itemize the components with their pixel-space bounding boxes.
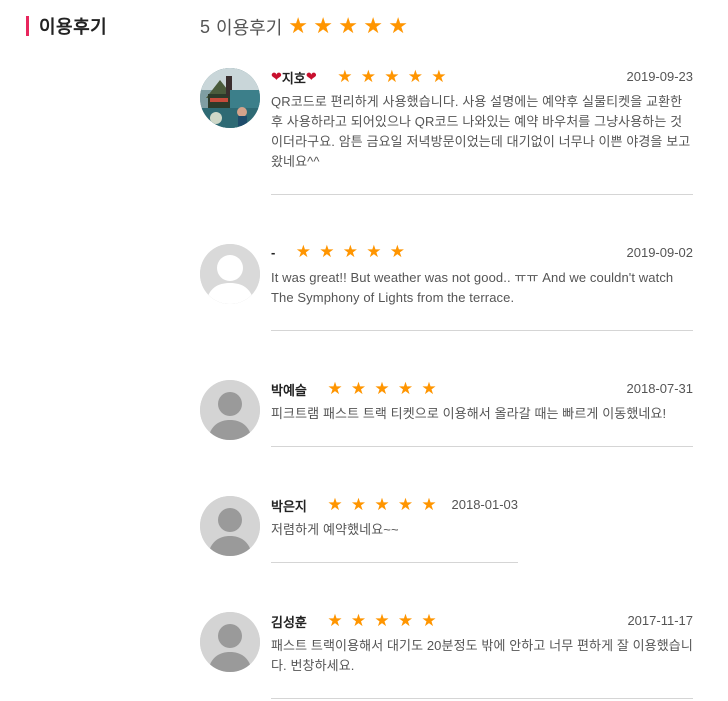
star-icon: ★ (366, 242, 382, 263)
star-icon: ★ (397, 611, 414, 631)
star-icon: ★ (338, 14, 358, 39)
star-icon: ★ (421, 379, 437, 399)
review-text: 피크트램 패스트 트랙 티켓으로 이용해서 올라갈 때는 빠르게 이동했네요! (271, 406, 667, 421)
star-icon: ★ (374, 495, 390, 515)
star-icon: ★ (342, 242, 359, 263)
rating-stars: ★ ★ ★ ★ ★ (327, 613, 445, 630)
avatar-photo-image (200, 68, 260, 128)
review-text: 저렴하게 예약했네요~~ (271, 522, 399, 537)
avatar (200, 496, 260, 556)
star-icon: ★ (360, 67, 376, 87)
default-avatar-icon (200, 496, 260, 556)
star-icon: ★ (319, 242, 335, 263)
avatar (200, 68, 260, 128)
star-icon: ★ (374, 379, 390, 399)
review-count-label: 이용후기 (216, 18, 283, 38)
star-icon: ★ (421, 611, 437, 631)
default-user-icon (200, 244, 260, 304)
review-text: It was great!! But weather was not good.… (271, 270, 674, 305)
star-icon: ★ (407, 67, 423, 87)
section-title: 이용후기 (26, 14, 107, 38)
review-date: 2019-09-02 (626, 245, 694, 260)
star-icon: ★ (350, 379, 367, 399)
heart-icon: ❤ (305, 70, 317, 85)
rating-stars: ★ ★ ★ ★ ★ (327, 381, 445, 398)
avatar (200, 380, 260, 440)
review-text: QR코드로 편리하게 사용했습니다. 사용 설명에는 예약후 실물티켓을 교환한… (271, 94, 691, 169)
default-avatar-icon (200, 380, 260, 440)
review-divider (271, 330, 693, 331)
star-icon: ★ (327, 495, 343, 515)
star-icon: ★ (327, 379, 343, 399)
review-count: 5 (200, 16, 211, 37)
reviewer-name: 김성훈 (271, 615, 307, 630)
review-date: 2017-11-17 (627, 613, 693, 628)
star-icon: ★ (389, 242, 406, 263)
review-divider (271, 194, 693, 195)
avatar (200, 612, 260, 672)
summary-rating-stars: ★ ★ ★ ★ ★ (288, 16, 413, 38)
star-icon: ★ (363, 14, 383, 39)
star-icon: ★ (388, 14, 408, 39)
star-icon: ★ (397, 379, 414, 399)
default-avatar-icon (200, 612, 260, 672)
review-divider (271, 446, 693, 447)
heart-icon: ❤ (271, 70, 282, 85)
page-title: 이용후기 (39, 17, 108, 37)
star-icon: ★ (350, 495, 367, 515)
star-icon: ★ (374, 611, 390, 631)
star-icon: ★ (313, 14, 333, 39)
title-accent-bar (26, 16, 29, 36)
review-divider (271, 698, 693, 699)
reviewer-name: 지호 (281, 71, 306, 86)
rating-stars: ★ ★ ★ ★ ★ (337, 69, 455, 86)
reviewer-name: 박예슬 (271, 383, 307, 398)
star-icon: ★ (421, 495, 437, 515)
rating-stars: ★ ★ ★ ★ ★ (296, 244, 414, 261)
star-icon: ★ (397, 495, 414, 515)
star-icon: ★ (384, 67, 400, 87)
review-text: 패스트 트랙이용해서 대기도 20분정도 밖에 안하고 너무 편하게 잘 이용했… (271, 638, 693, 673)
rating-stars: ★ ★ ★ ★ ★ (327, 497, 445, 514)
review-date: 2019-09-23 (626, 69, 694, 84)
star-icon: ★ (295, 242, 312, 263)
reviewer-name: 박은지 (271, 499, 307, 514)
star-icon: ★ (327, 611, 343, 631)
review-date: 2018-01-03 (451, 497, 519, 512)
star-icon: ★ (350, 611, 367, 631)
review-date: 2018-07-31 (626, 381, 694, 396)
reviewer-name: - (271, 245, 276, 261)
avatar (200, 244, 260, 304)
review-divider (271, 562, 518, 563)
star-icon: ★ (337, 67, 353, 87)
review-summary: 5 이용후기 ★ ★ ★ ★ ★ (200, 14, 413, 40)
star-icon: ★ (431, 67, 447, 87)
star-icon: ★ (288, 14, 308, 39)
